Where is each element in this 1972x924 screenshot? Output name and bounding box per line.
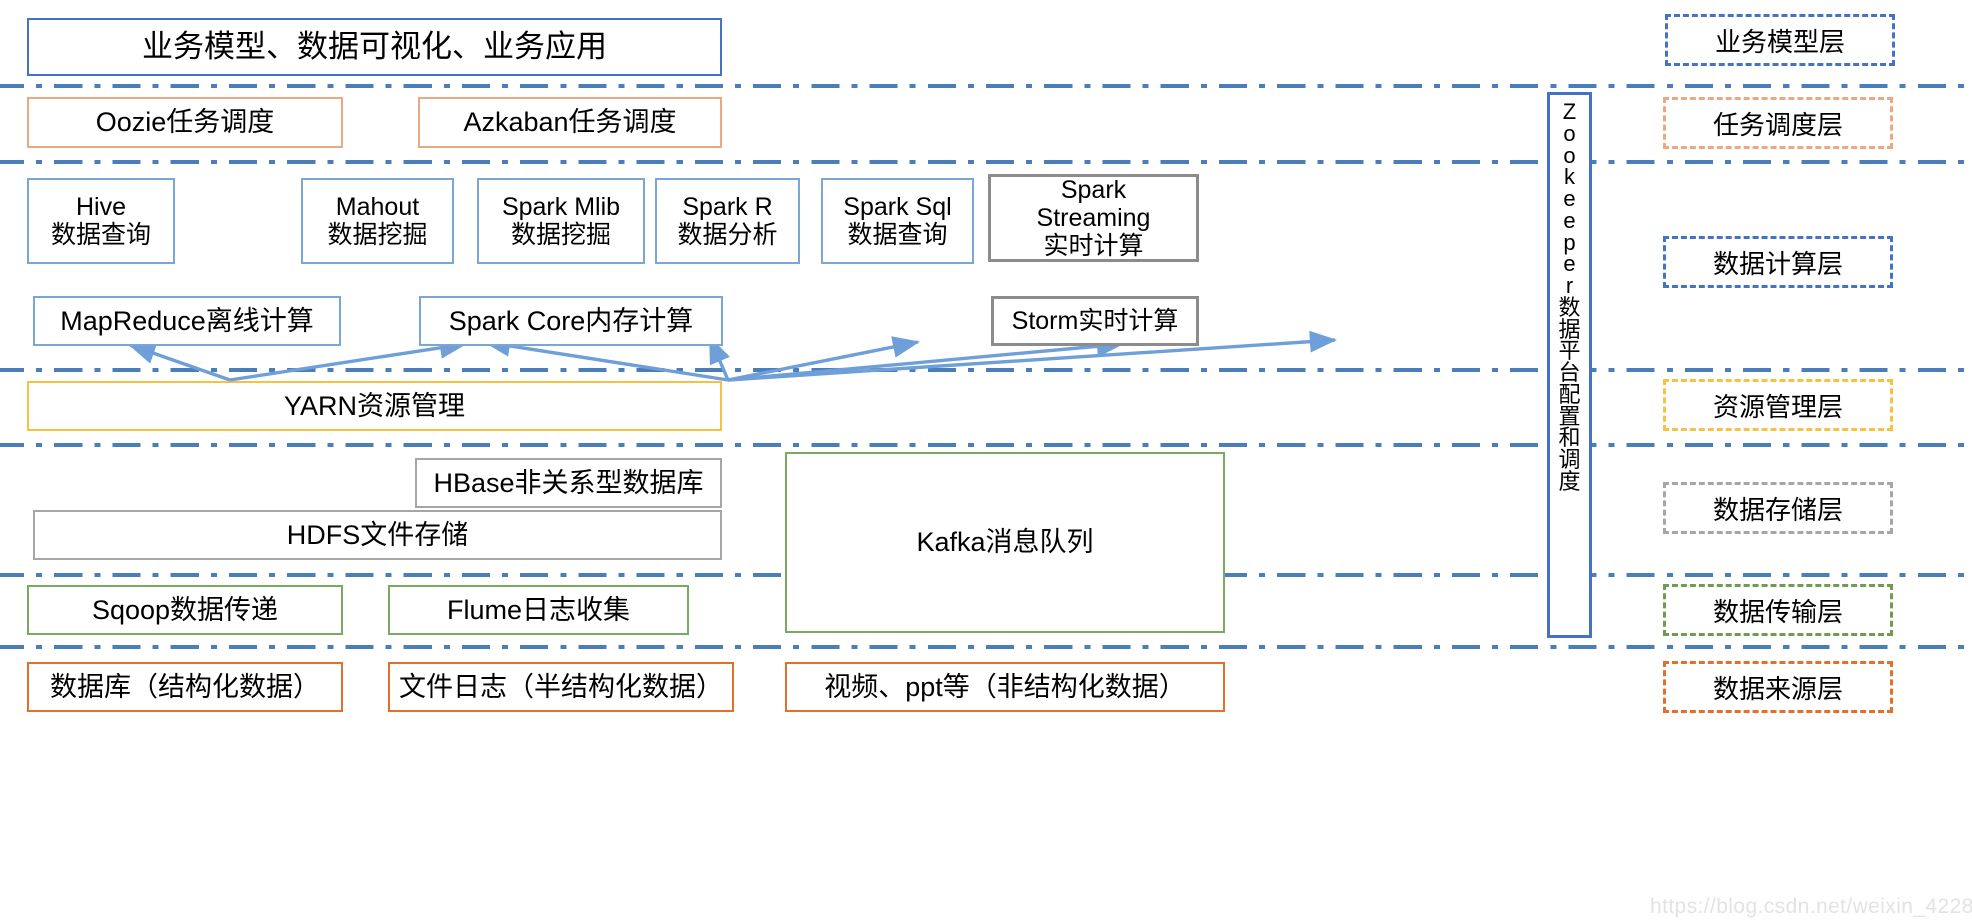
box-azkaban[interactable]: Azkaban任务调度 [418,97,722,148]
divider-resource-storage [0,443,1972,447]
zookeeper-char: r [1565,273,1574,299]
box-kafka[interactable]: Kafka消息队列 [785,452,1225,633]
layer-tag-label: 数据传输层 [1712,596,1843,627]
box-label: HBase非关系型数据库 [433,467,704,498]
box-spark-mlib[interactable]: Spark Mlib 数据挖掘 [477,178,645,264]
zookeeper-char: 台 [1558,360,1581,386]
layer-tag-data-transport[interactable]: 数据传输层 [1663,584,1893,636]
layer-tag-label: 资源管理层 [1712,391,1843,422]
box-mahout[interactable]: Mahout 数据挖掘 [301,178,454,264]
layer-tag-business-model[interactable]: 业务模型层 [1665,14,1895,66]
box-label: Flume日志收集 [446,594,630,625]
layer-tag-data-source[interactable]: 数据来源层 [1663,661,1893,713]
box-spark-core[interactable]: Spark Core内存计算 [419,296,723,346]
watermark-text: https://blog.csdn.net/weixin_42285505 [1650,895,1972,918]
box-label-line1: Spark R [682,193,773,221]
box-label: 业务模型、数据可视化、业务应用 [142,28,607,64]
box-label-line1: Spark [1060,176,1127,204]
zookeeper-char: 调 [1558,447,1581,473]
box-label-line2: 数据分析 [677,221,778,249]
layer-tag-label: 数据计算层 [1712,248,1843,279]
zookeeper-char: 配 [1558,381,1581,407]
box-business-application[interactable]: 业务模型、数据可视化、业务应用 [27,18,722,76]
box-label-line2: 数据查询 [847,221,948,249]
layer-tag-label: 数据存储层 [1712,494,1843,525]
divider-compute-resource [0,368,1972,372]
box-label: Oozie任务调度 [95,107,275,138]
box-spark-r[interactable]: Spark R 数据分析 [655,178,800,264]
divider-schedule-compute [0,160,1972,164]
box-label: YARN资源管理 [283,390,465,421]
box-label: HDFS文件存储 [286,519,469,550]
zookeeper-char: 和 [1558,425,1581,451]
zookeeper-char: 数 [1558,294,1581,320]
box-label-line2: 数据查询 [50,221,151,249]
box-label: Storm实时计算 [1011,307,1179,335]
layer-tag-task-schedule[interactable]: 任务调度层 [1663,97,1893,149]
zookeeper-char: p [1563,229,1576,255]
box-label-line1: Hive [75,193,126,221]
box-database-source[interactable]: 数据库（结构化数据） [27,662,343,712]
box-hive[interactable]: Hive 数据查询 [27,178,175,264]
box-label-line2: Streaming [1036,204,1151,232]
divider-transport-source [0,645,1972,649]
layer-tag-data-compute[interactable]: 数据计算层 [1663,236,1893,288]
divider-business-schedule [0,84,1972,88]
box-storm[interactable]: Storm实时计算 [991,296,1199,346]
layer-tag-label: 数据来源层 [1712,673,1843,704]
box-label-line1: Mahout [335,193,420,221]
box-label: Sqoop数据传递 [91,594,279,625]
box-zookeeper[interactable]: Z o o k e e p e r 数 据 平 台 配 置 和 调 度 [1547,92,1592,638]
box-spark-sql[interactable]: Spark Sql 数据查询 [821,178,974,264]
box-label-line1: Spark Mlib [501,193,621,221]
box-flume[interactable]: Flume日志收集 [388,585,689,635]
box-label-line3: 实时计算 [1043,232,1144,260]
zookeeper-char: o [1563,142,1576,168]
layer-tag-label: 任务调度层 [1712,109,1843,140]
box-yarn[interactable]: YARN资源管理 [27,381,722,431]
zookeeper-char: e [1563,186,1576,212]
box-label: Azkaban任务调度 [463,107,677,138]
zookeeper-char: e [1563,207,1576,233]
zookeeper-char: 度 [1558,469,1581,495]
box-hbase[interactable]: HBase非关系型数据库 [415,458,722,508]
layer-tag-data-storage[interactable]: 数据存储层 [1663,482,1893,534]
layer-tag-resource-manage[interactable]: 资源管理层 [1663,379,1893,431]
box-media-source[interactable]: 视频、ppt等（非结构化数据） [785,662,1225,712]
zookeeper-char: 置 [1558,403,1581,429]
zookeeper-char: Z [1562,99,1577,124]
box-sqoop[interactable]: Sqoop数据传递 [27,585,343,635]
box-filelog-source[interactable]: 文件日志（半结构化数据） [388,662,734,712]
zookeeper-char: 据 [1558,316,1581,342]
architecture-diagram: 业务模型、数据可视化、业务应用 Oozie任务调度 Azkaban任务调度 Hi… [0,0,1972,924]
box-label: 数据库（结构化数据） [50,671,320,702]
box-oozie[interactable]: Oozie任务调度 [27,97,343,148]
box-label: Spark Core内存计算 [448,305,694,336]
layer-tag-label: 业务模型层 [1714,26,1845,57]
zookeeper-char: e [1563,251,1576,277]
box-label-line2: 数据挖掘 [510,221,611,249]
box-label-line1: Spark Sql [843,193,952,221]
box-label: 文件日志（半结构化数据） [399,671,723,702]
box-spark-streaming[interactable]: Spark Streaming 实时计算 [988,174,1199,262]
box-label-line2: 数据挖掘 [327,221,428,249]
zookeeper-char: 平 [1558,338,1581,364]
zookeeper-char: k [1564,164,1575,190]
box-hdfs[interactable]: HDFS文件存储 [33,510,722,560]
box-label: MapReduce离线计算 [60,305,314,336]
box-label: Kafka消息队列 [916,527,1094,558]
box-label: 视频、ppt等（非结构化数据） [824,671,1186,702]
box-mapreduce[interactable]: MapReduce离线计算 [33,296,341,346]
zookeeper-char: o [1563,120,1576,146]
